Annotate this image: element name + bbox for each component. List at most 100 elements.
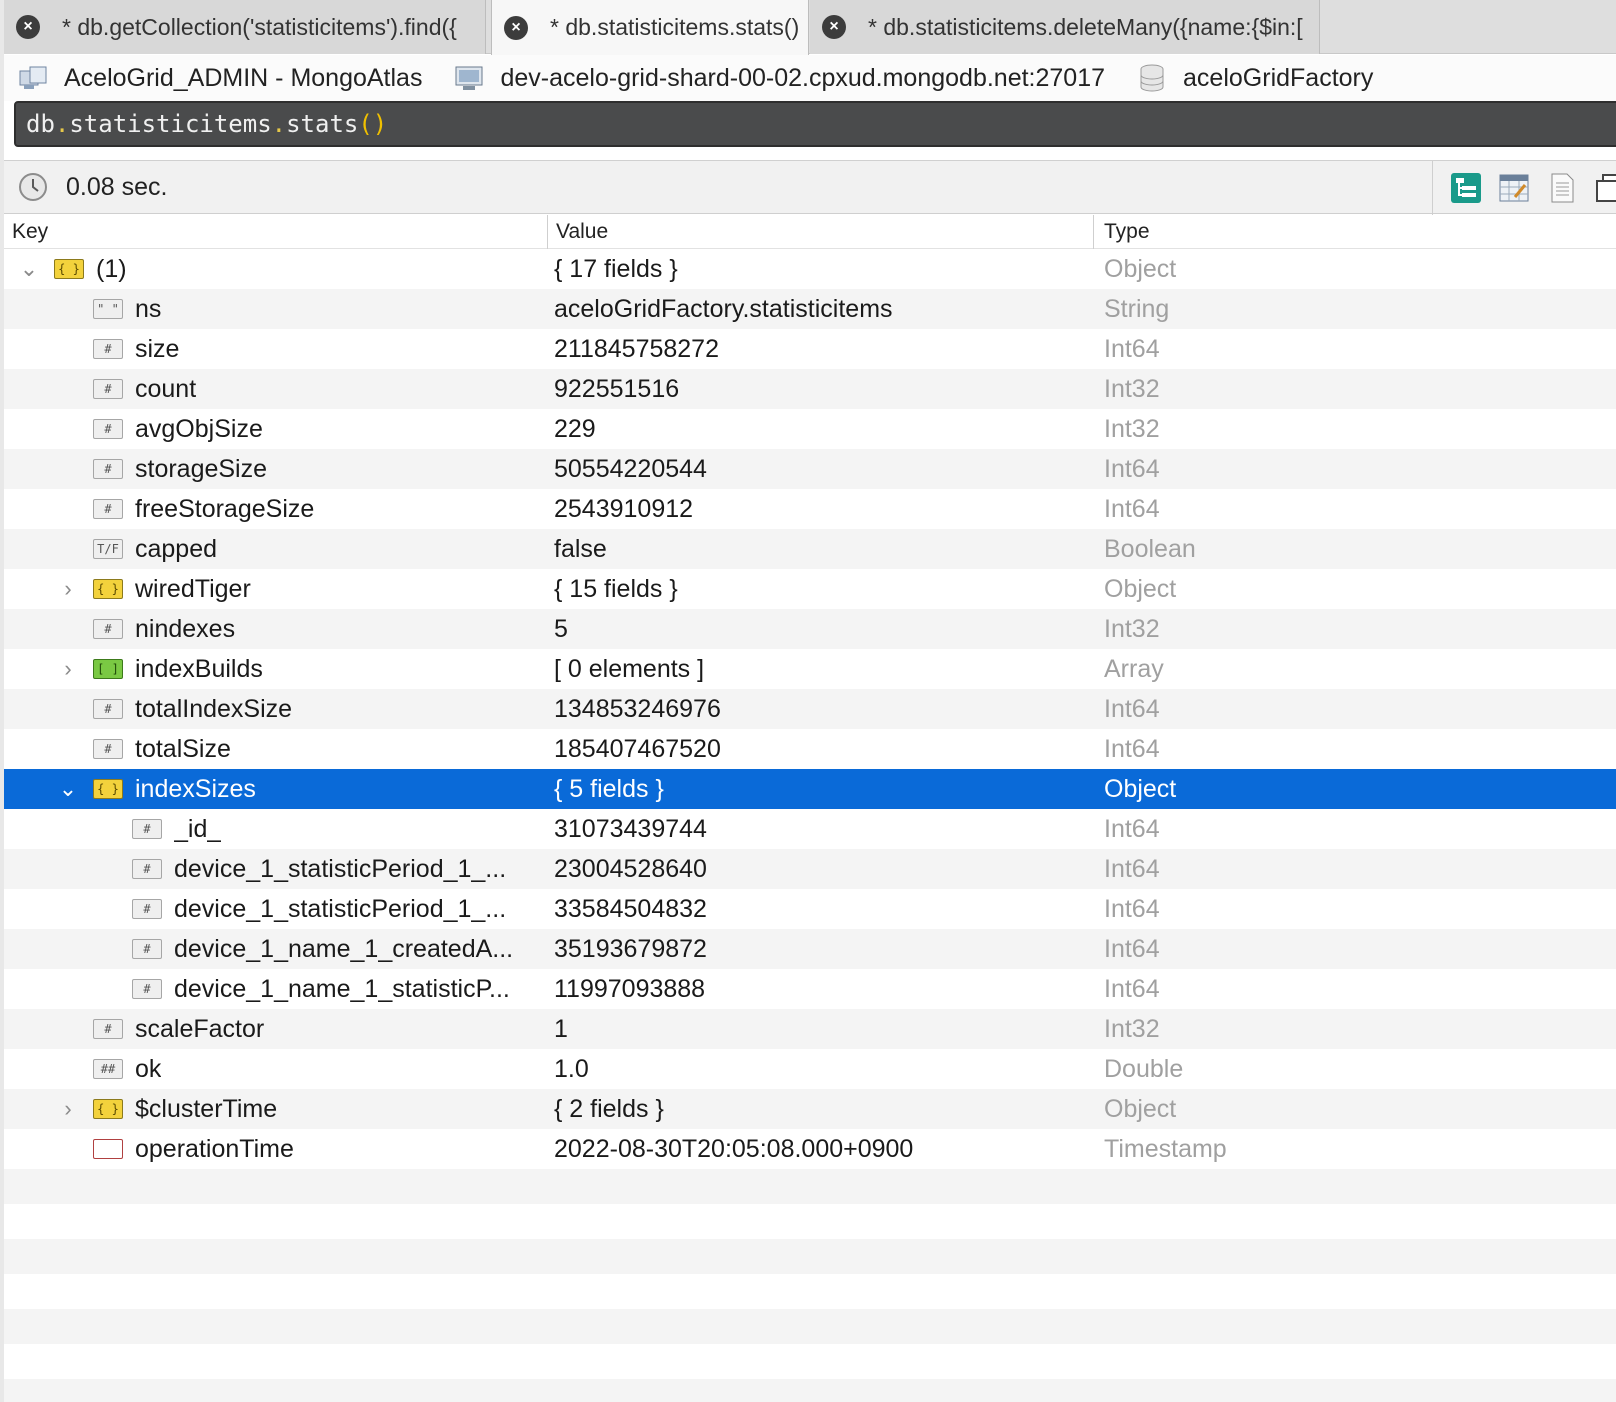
table-row[interactable]: " " ns aceloGridFactory.statisticitems Stri…: [4, 289, 1616, 329]
key-label: device_1_statisticPeriod_1_...: [174, 895, 507, 923]
table-row[interactable]: ## ok 1.0 Double: [4, 1049, 1616, 1089]
execution-time: 0.08 sec.: [66, 172, 168, 201]
tab-stats-query[interactable]: × * db.statisticitems.stats(): [491, 0, 809, 55]
empty-row: [4, 1169, 1616, 1204]
table-body: ⌄ { } (1) { 17 fields } Object " " ns aceloGrid…: [4, 249, 1616, 1169]
value-cell: { 17 fields }: [554, 254, 678, 283]
table-row[interactable]: # device_1_statisticPeriod_1_... 335845048…: [4, 889, 1616, 929]
table-row[interactable]: › [ ] indexBuilds [ 0 elements ] Array: [4, 649, 1616, 689]
table-row[interactable]: # freeStorageSize 2543910912 Int64: [4, 489, 1616, 529]
key-cell: # size: [4, 329, 554, 369]
value-cell: { 15 fields }: [554, 574, 678, 603]
key-label: scaleFactor: [135, 1015, 265, 1043]
query-token: stats: [286, 110, 359, 138]
table-row[interactable]: › { } wiredTiger { 15 fields } Object: [4, 569, 1616, 609]
type-cell: Object: [1104, 774, 1177, 803]
tab-deletemany-query[interactable]: × * db.statisticitems.deleteMany({name:{…: [810, 0, 1320, 54]
table-row[interactable]: # avgObjSize 229 Int32: [4, 409, 1616, 449]
key-cell: # totalSize: [4, 729, 554, 769]
table-row[interactable]: # size 211845758272 Int64: [4, 329, 1616, 369]
chevron-right-icon[interactable]: ›: [56, 657, 80, 681]
close-tab-icon[interactable]: ×: [504, 15, 528, 40]
value-cell: 1: [554, 1014, 568, 1043]
key-label: wiredTiger: [135, 575, 251, 603]
host-address: dev-acelo-grid-shard-00-02.cpxud.mongodb…: [500, 63, 1106, 92]
chevron-right-icon[interactable]: ›: [56, 1097, 80, 1121]
tab-label: * db.statisticitems.stats(): [550, 14, 800, 40]
table-row[interactable]: # scaleFactor 1 Int32: [4, 1009, 1616, 1049]
table-row[interactable]: T/F capped false Boolean: [4, 529, 1616, 569]
column-header-value[interactable]: Value: [548, 214, 1094, 249]
table-row[interactable]: ⌄ { } (1) { 17 fields } Object: [4, 249, 1616, 289]
chevron-down-icon[interactable]: ⌄: [17, 257, 41, 281]
table-row[interactable]: # _id_ 31073439744 Int64: [4, 809, 1616, 849]
table-row[interactable]: # count 922551516 Int32: [4, 369, 1616, 409]
server-info[interactable]: AceloGrid_ADMIN - MongoAtlas: [18, 63, 422, 93]
table-row[interactable]: # device_1_statisticPeriod_1_... 230045286…: [4, 849, 1616, 889]
column-header-type[interactable]: Type: [1094, 215, 1150, 249]
table-row[interactable]: # device_1_name_1_statisticP... 1199709388…: [4, 969, 1616, 1009]
database-icon: [1140, 64, 1164, 92]
number-icon: #: [132, 819, 162, 839]
value-cell: 2543910912: [554, 494, 694, 523]
table-row[interactable]: › { } $clusterTime { 2 fields } Object: [4, 1089, 1616, 1129]
table-row[interactable]: # storageSize 50554220544 Int64: [4, 449, 1616, 489]
type-cell: Int64: [1104, 334, 1160, 363]
key-cell: › { } $clusterTime: [4, 1089, 554, 1129]
copy-view-icon[interactable]: [1593, 171, 1616, 205]
type-cell: Int64: [1104, 814, 1160, 843]
tab-find-query[interactable]: × * db.getCollection('statisticitems').f…: [4, 0, 486, 54]
key-label: count: [135, 375, 197, 403]
table-view-icon[interactable]: [1497, 171, 1531, 205]
type-cell: Int64: [1104, 974, 1160, 1003]
table-row[interactable]: # nindexes 5 Int32: [4, 609, 1616, 649]
object-icon: { }: [93, 1099, 123, 1119]
table-row[interactable]: # totalSize 185407467520 Int64: [4, 729, 1616, 769]
double-icon: ##: [93, 1059, 123, 1079]
key-cell: # device_1_name_1_createdA...: [4, 929, 554, 969]
object-icon: { }: [54, 259, 84, 279]
table-row[interactable]: # totalIndexSize 134853246976 Int64: [4, 689, 1616, 729]
results-tree-table: Key Value Type ⌄ { } (1) { 17 fields } Objec…: [4, 214, 1616, 1402]
query-editor[interactable]: db.statisticitems.stats(): [14, 101, 1616, 147]
value-cell: 922551516: [554, 374, 680, 403]
database-info[interactable]: aceloGridFactory: [1137, 63, 1373, 93]
type-cell: Array: [1104, 654, 1164, 683]
host-info[interactable]: dev-acelo-grid-shard-00-02.cpxud.mongodb…: [454, 63, 1105, 93]
key-label: size: [135, 335, 180, 363]
number-icon: #: [132, 979, 162, 999]
table-row[interactable]: # device_1_name_1_createdA... 35193679872 I…: [4, 929, 1616, 969]
table-row[interactable]: ⌄ { } indexSizes { 5 fields } Object: [4, 769, 1616, 809]
empty-row: [4, 1274, 1616, 1309]
key-label: totalSize: [135, 735, 231, 763]
key-label: _id_: [174, 815, 222, 843]
tree-view-icon[interactable]: [1449, 171, 1483, 205]
type-cell: Int32: [1104, 1014, 1160, 1043]
table-row[interactable]: operationTime 2022-08-30T20:05:08.000+090…: [4, 1129, 1616, 1169]
number-icon: #: [93, 1019, 123, 1039]
type-cell: Int64: [1104, 894, 1160, 923]
value-cell: 2022-08-30T20:05:08.000+0900: [554, 1134, 914, 1163]
value-cell: 211845758272: [554, 334, 719, 363]
text-view-icon[interactable]: [1545, 171, 1579, 205]
value-cell: aceloGridFactory.statisticitems: [554, 294, 893, 323]
value-cell: { 5 fields }: [554, 774, 664, 803]
value-cell: 33584504832: [554, 894, 707, 923]
query-token: (): [358, 110, 388, 138]
chevron-right-icon[interactable]: ›: [56, 577, 80, 601]
close-tab-icon[interactable]: ×: [16, 15, 40, 39]
column-header-key[interactable]: Key: [4, 214, 548, 249]
tab-bar: × * db.getCollection('statisticitems').f…: [4, 0, 1616, 55]
query-token: db: [26, 110, 55, 138]
tab-label: * db.getCollection('statisticitems').fin…: [62, 13, 457, 40]
type-cell: Int64: [1104, 494, 1160, 523]
type-cell: Timestamp: [1104, 1134, 1227, 1163]
key-cell: # totalIndexSize: [4, 689, 554, 729]
results-status-bar: 0.08 sec.: [4, 160, 1616, 215]
type-cell: Int64: [1104, 454, 1160, 483]
empty-row: [4, 1379, 1616, 1402]
key-label: ok: [135, 1055, 162, 1083]
close-tab-icon[interactable]: ×: [822, 15, 846, 39]
chevron-down-icon[interactable]: ⌄: [56, 777, 80, 801]
type-cell: String: [1104, 294, 1170, 323]
